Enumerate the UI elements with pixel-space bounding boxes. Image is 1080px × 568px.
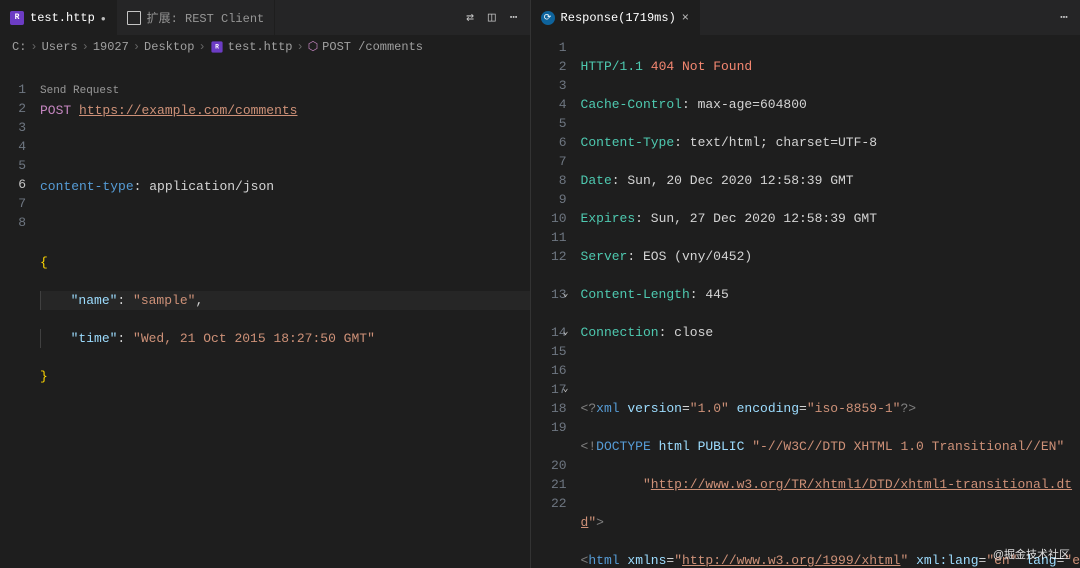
code-content[interactable]: HTTP/1.1 404 Not Found Cache-Control: ma…	[581, 35, 1080, 568]
line-numbers: 1234 5678	[0, 58, 40, 568]
editor-pane-left: R test.http 扩展: REST Client ⇄ ◫ ⋯ C:› Us…	[0, 0, 531, 568]
rest-file-icon: R	[10, 11, 24, 25]
watermark: @掘金技术社区	[993, 546, 1070, 562]
more-actions-icon[interactable]: ⋯	[510, 10, 518, 25]
tab-label: Response(1719ms)	[561, 11, 676, 25]
editor-pane-right: ⟳ Response(1719ms) × ⋯ 1234 5678 9101112…	[531, 0, 1080, 568]
more-actions-icon[interactable]: ⋯	[1060, 10, 1068, 25]
method-icon: ⬡	[308, 39, 318, 54]
tab-response[interactable]: ⟳ Response(1719ms) ×	[531, 0, 700, 35]
tab-bar-right: ⟳ Response(1719ms) × ⋯	[531, 0, 1080, 35]
tab-label: 扩展: REST Client	[147, 9, 265, 26]
response-icon: ⟳	[541, 11, 555, 25]
tab-label: test.http	[30, 11, 95, 25]
breadcrumb[interactable]: C:› Users› 19027› Desktop› R test.http› …	[0, 35, 530, 58]
code-content[interactable]: Send Request POST https://example.com/co…	[40, 58, 530, 568]
editor-actions: ⋯	[1048, 0, 1080, 35]
compare-icon[interactable]: ⇄	[466, 10, 474, 25]
close-icon[interactable]	[101, 11, 106, 25]
document-icon	[127, 11, 141, 25]
tab-test-http[interactable]: R test.http	[0, 0, 117, 35]
split-editor-icon[interactable]: ◫	[488, 10, 496, 25]
editor-actions: ⇄ ◫ ⋯	[454, 0, 529, 35]
code-editor-right[interactable]: 1234 5678 9101112 13⌄ 14⌄ 1516 17⌄ 1819 …	[531, 35, 1080, 568]
line-numbers: 1234 5678 9101112 13⌄ 14⌄ 1516 17⌄ 1819 …	[531, 35, 581, 568]
rest-file-icon: R	[211, 41, 222, 52]
close-icon[interactable]: ×	[682, 11, 689, 25]
fold-icon[interactable]: ⌄	[563, 285, 569, 304]
tab-bar-left: R test.http 扩展: REST Client ⇄ ◫ ⋯	[0, 0, 530, 35]
fold-icon[interactable]: ⌄	[563, 380, 569, 399]
send-request-codelens[interactable]: Send Request	[40, 85, 119, 99]
fold-icon[interactable]: ⌄	[563, 323, 569, 342]
tab-rest-client-extension[interactable]: 扩展: REST Client	[117, 0, 276, 35]
code-editor-left[interactable]: 1234 5678 Send Request POST https://exam…	[0, 58, 530, 568]
